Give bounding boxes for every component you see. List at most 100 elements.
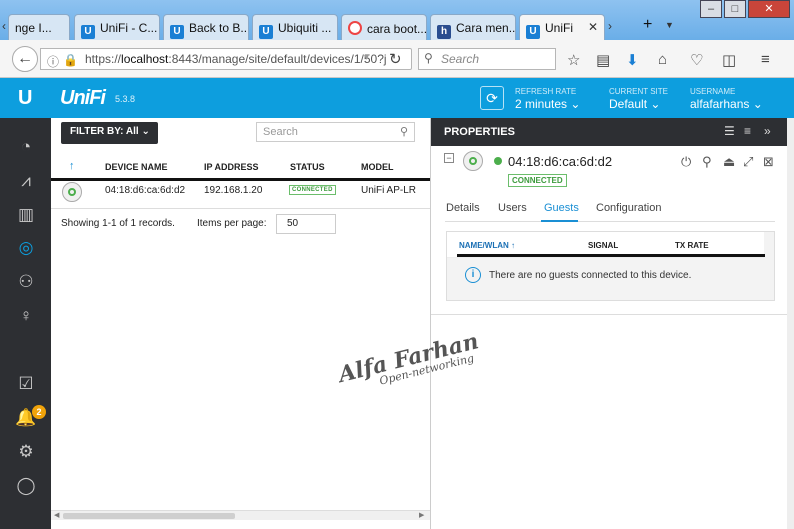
browser-tab-5[interactable]: cara boot... — [341, 14, 427, 40]
properties-panel: PROPERTIES ☰ ≡ » − 04:18:d6:ca:6d:d2 CON… — [430, 118, 788, 529]
device-mac-title[interactable]: 04:18:d6:ca:6d:d2 — [508, 154, 612, 169]
properties-title: PROPERTIES — [444, 126, 515, 138]
chevron-down-icon: ⌄ — [141, 126, 150, 137]
table-header-divider — [51, 178, 430, 181]
lock-warning-icon[interactable]: 🔒 — [63, 53, 78, 67]
scroll-left-icon[interactable]: ◀ — [54, 511, 59, 519]
info-icon: i — [465, 267, 481, 283]
sort-arrow-icon[interactable]: ↑ — [69, 160, 75, 172]
screenshot-icon[interactable]: ◫ — [722, 51, 736, 69]
bookmark-star-icon[interactable]: ☆ — [567, 51, 580, 69]
col-tx-rate[interactable]: TX RATE — [675, 241, 709, 250]
locate-icon[interactable]: ⚲ — [702, 154, 712, 170]
tab-users[interactable]: Users — [498, 202, 527, 214]
expand-icon[interactable]: ⤢ — [743, 154, 753, 170]
dropdown-history-icon[interactable]: ▾ — [364, 52, 369, 63]
items-per-page-input[interactable]: 50 — [276, 214, 336, 234]
minimize-button[interactable]: – — [700, 0, 722, 18]
col-signal[interactable]: SIGNAL — [588, 241, 618, 250]
col-name-wlan[interactable]: NAME/WLAN ↑ — [459, 241, 515, 250]
browser-search-input[interactable]: ⚲ Search — [418, 48, 556, 70]
map-icon[interactable]: ▥ — [15, 204, 37, 226]
filter-button[interactable]: FILTER BY: All ⌄ — [61, 122, 158, 144]
reading-list-icon[interactable]: ▤ — [596, 51, 610, 69]
col-status[interactable]: STATUS — [290, 162, 325, 172]
browser-tab-4[interactable]: U Ubiquiti ... — [252, 14, 338, 40]
back-button[interactable]: ← — [12, 46, 38, 72]
browser-tab-2[interactable]: U UniFi - C... — [74, 14, 160, 40]
close-tab-icon[interactable]: ✕ — [588, 20, 598, 34]
collapse-panel-icon[interactable]: » — [764, 124, 771, 138]
browser-tab-3[interactable]: U Back to B... — [163, 14, 249, 40]
app-logo[interactable]: UniFi — [60, 87, 106, 110]
scrollbar-thumb[interactable] — [63, 513, 235, 519]
items-per-page-label: Items per page: — [197, 218, 267, 229]
scroll-tabs-left-icon[interactable]: ‹ — [2, 19, 6, 33]
tasks-icon[interactable]: ☑ — [15, 373, 37, 395]
connected-dot — [494, 157, 502, 165]
pocket-icon[interactable]: ♡ — [690, 51, 703, 69]
chevron-down-icon: ⌄ — [570, 97, 581, 111]
col-ip-address[interactable]: IP ADDRESS — [204, 162, 259, 172]
username-select[interactable]: alfafarhans ⌄ — [690, 97, 763, 111]
chevron-down-icon: ⌄ — [650, 97, 661, 111]
power-icon[interactable]: ⏻ — [681, 154, 691, 170]
scroll-tabs-right-icon[interactable]: › — [608, 19, 612, 33]
browser-tab-1[interactable]: nge I... — [8, 14, 70, 40]
row-device-name[interactable]: 04:18:d6:ca:6d:d2 — [105, 185, 185, 196]
vertical-scrollbar[interactable] — [787, 118, 794, 529]
collapse-icon[interactable]: − — [444, 153, 454, 163]
insights-icon[interactable]: ♀ — [15, 305, 37, 327]
tab-details[interactable]: Details — [446, 202, 480, 214]
horizontal-scrollbar[interactable]: ◀ ▶ — [51, 510, 430, 520]
new-tab-button[interactable]: + — [643, 16, 652, 34]
maximize-button[interactable]: □ — [724, 0, 746, 18]
unifi-icon: U — [526, 25, 540, 39]
row-divider — [51, 208, 430, 209]
browser-tab-bar: ‹ nge I... U UniFi - C... U Back to B... U… — [0, 0, 794, 40]
empty-message: There are no guests connected to this de… — [489, 270, 692, 281]
list-compact-icon[interactable]: ☰ — [724, 124, 735, 138]
device-status-icon — [463, 151, 483, 171]
devices-search-input[interactable]: Search ⚲ — [256, 122, 415, 142]
refresh-rate-select[interactable]: 2 minutes ⌄ — [515, 97, 580, 111]
browser-tab-active[interactable]: U UniFi ✕ — [519, 14, 605, 40]
chat-icon[interactable]: ◯ — [15, 475, 37, 497]
unifi-icon: U — [81, 25, 95, 39]
active-tab-indicator — [541, 220, 578, 222]
dashboard-icon[interactable]: ◔ — [15, 136, 37, 158]
close-icon[interactable]: ⊠ — [763, 154, 774, 170]
browser-nav-bar: ← ⓘ 🔒 https://localhost:8443/manage/site… — [0, 40, 794, 78]
sidebar: ◔ ⩘ ▥ ◎ ⚇ ♀ ☑ 🔔 ⚙ ◯ — [0, 118, 51, 529]
window-close-button[interactable]: ✕ — [748, 0, 790, 18]
list-icon[interactable]: ≡ — [744, 124, 751, 138]
col-model[interactable]: MODEL — [361, 162, 394, 172]
h-icon: h — [437, 25, 451, 39]
tab-list-icon[interactable]: ▼ — [665, 20, 674, 30]
upgrade-icon[interactable]: ⏏ — [723, 154, 735, 170]
clients-icon[interactable]: ⚇ — [15, 271, 37, 293]
device-status-icon — [62, 182, 82, 202]
refresh-rate-label: REFRESH RATE — [515, 87, 577, 96]
download-icon[interactable]: ⬇ — [626, 51, 639, 69]
info-icon[interactable]: ⓘ — [47, 53, 59, 69]
browser-tab-6[interactable]: h Cara men... — [430, 14, 516, 40]
status-badge: CONNECTED — [289, 185, 336, 195]
refresh-icon[interactable]: ⟳ — [480, 86, 504, 110]
current-site-select[interactable]: Default ⌄ — [609, 97, 660, 111]
devices-icon[interactable]: ◎ — [15, 237, 37, 259]
settings-icon[interactable]: ⚙ — [15, 441, 37, 463]
tab-configuration[interactable]: Configuration — [596, 202, 661, 214]
username-label: USERNAME — [690, 87, 736, 96]
alert-count-badge: 2 — [32, 405, 46, 419]
statistics-icon[interactable]: ⩘ — [15, 170, 37, 192]
scroll-right-icon[interactable]: ▶ — [419, 511, 424, 519]
row-ip-address: 192.168.1.20 — [204, 185, 263, 196]
col-device-name[interactable]: DEVICE NAME — [105, 162, 168, 172]
ubiquiti-logo-icon[interactable]: U — [18, 87, 32, 110]
home-icon[interactable]: ⌂ — [658, 51, 667, 68]
menu-icon[interactable]: ≡ — [761, 51, 770, 68]
reload-icon[interactable]: ↻ — [389, 50, 402, 68]
url-bar[interactable]: ⓘ 🔒 https://localhost:8443/manage/site/d… — [40, 48, 412, 70]
tab-guests[interactable]: Guests — [544, 202, 579, 214]
